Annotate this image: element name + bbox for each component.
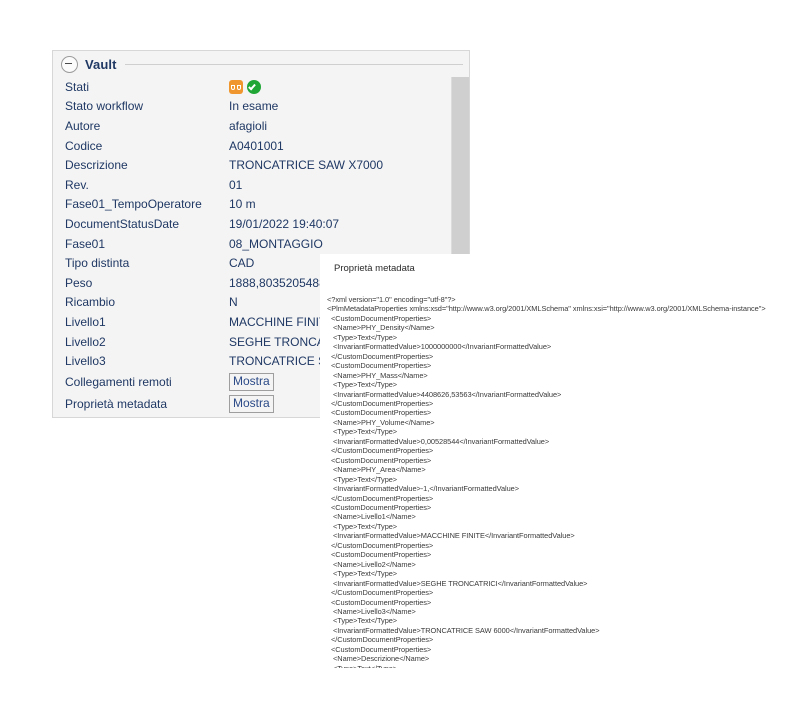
property-row-fase01: Fase01 08_MONTAGGIO [53, 234, 469, 254]
property-row-rev: Rev. 01 [53, 175, 469, 195]
metadata-properties-window: Proprietà metadata <?xml version="1.0" e… [320, 254, 790, 668]
metadata-xml-content: <?xml version="1.0" encoding="utf-8"?> <… [327, 295, 766, 668]
property-label: Livello3 [65, 354, 106, 369]
show-remote-links-button[interactable]: Mostra [229, 372, 274, 391]
property-label: Proprietà metadata [65, 396, 168, 411]
property-row-fase01-tempooperatore: Fase01_TempoOperatore 10 m [53, 195, 469, 215]
property-value: A0401001 [229, 138, 284, 153]
property-label: Tipo distinta [65, 256, 130, 271]
under-review-icon[interactable] [229, 79, 243, 94]
property-row-autore: Autore afagioli [53, 116, 469, 136]
property-label: Stato workflow [65, 99, 144, 114]
property-row-stati: Stati [53, 77, 469, 97]
property-value: 1888,8035205488 [229, 275, 326, 290]
property-row-documentstatusdate: DocumentStatusDate 19/01/2022 19:40:07 [53, 214, 469, 234]
property-value: TRONCATRICE SAW X7000 [229, 158, 384, 173]
property-row-codice: Codice A0401001 [53, 136, 469, 156]
property-value: 08_MONTAGGIO [229, 236, 323, 251]
property-value: MACCHINE FINITE [229, 314, 335, 329]
property-row-stato-workflow: Stato workflow In esame [53, 97, 469, 117]
property-value: CAD [229, 256, 255, 271]
property-label: Fase01 [65, 236, 106, 251]
property-label: Fase01_TempoOperatore [65, 197, 202, 212]
property-label: Descrizione [65, 158, 128, 173]
property-label: Peso [65, 275, 93, 290]
property-value: N [229, 295, 238, 310]
property-label: DocumentStatusDate [65, 216, 180, 231]
property-label: Codice [65, 138, 103, 153]
panel-title: Vault [85, 56, 117, 72]
property-label: Livello1 [65, 314, 106, 329]
property-label: Collegamenti remoti [65, 374, 172, 389]
property-row-descrizione: Descrizione TRONCATRICE SAW X7000 [53, 155, 469, 175]
show-metadata-properties-button[interactable]: Mostra [229, 394, 274, 413]
property-label: Livello2 [65, 334, 106, 349]
metadata-window-title: Proprietà metadata [334, 263, 415, 274]
header-divider [124, 63, 463, 65]
property-value: 10 m [229, 197, 256, 212]
vault-panel-header: Vault [53, 51, 469, 77]
minus-circle-icon[interactable] [61, 55, 78, 73]
property-value: afagioli [229, 118, 268, 133]
property-label: Rev. [65, 177, 89, 192]
status-badge [229, 79, 261, 94]
property-value: In esame [229, 99, 279, 114]
property-value: 01 [229, 177, 243, 192]
approved-icon[interactable] [247, 79, 261, 94]
property-value: 19/01/2022 19:40:07 [229, 216, 340, 231]
property-label: Ricambio [65, 295, 116, 310]
property-label: Stati [65, 79, 90, 94]
property-label: Autore [65, 118, 101, 133]
